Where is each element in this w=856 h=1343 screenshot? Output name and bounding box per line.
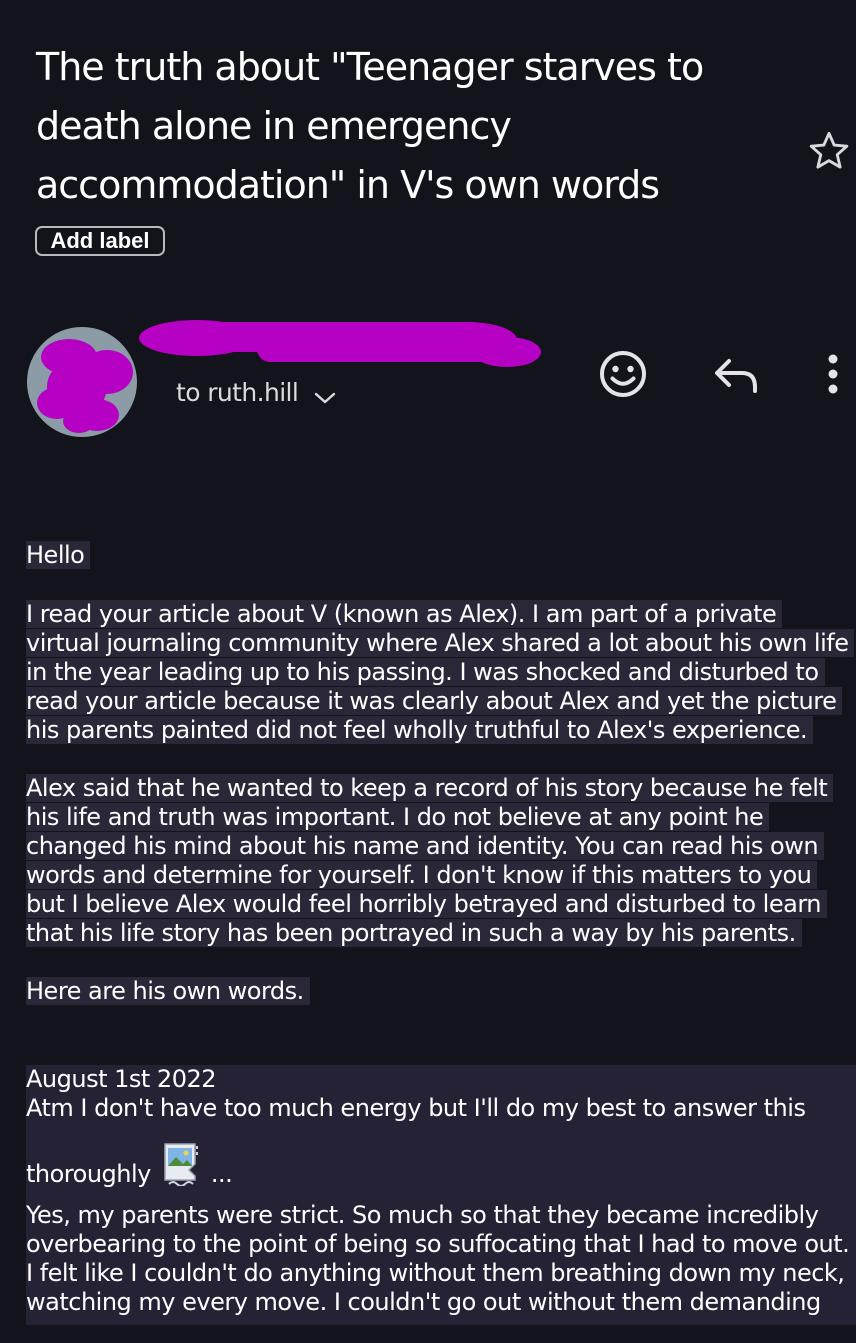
record-paragraph: Alex said that he wanted to keep a recor… [26,774,834,947]
quote-line-with-image: thoroughly ... [26,1142,233,1188]
quote-line: Atm I don't have too much energy but I'l… [26,1094,806,1122]
more-vert-icon[interactable] [818,350,848,398]
reply-icon[interactable] [712,355,760,395]
quote-line-start: thoroughly [26,1160,151,1188]
chevron-down-icon[interactable] [314,391,336,405]
star-outline-icon[interactable] [806,128,852,174]
intro-paragraph: I read your article about V (known as Al… [26,600,855,744]
greeting-text: Hello [26,541,91,569]
add-label-button[interactable]: Add label [35,226,165,256]
broken-image-icon [164,1143,198,1186]
quote-date: August 1st 2022 [26,1065,217,1093]
quote-paragraph: Yes, my parents were strict. So much so … [26,1201,850,1316]
here-paragraph: Here are his own words. [26,977,310,1005]
recipient-text: to ruth.hill [176,378,299,407]
email-subject: The truth about "Teenager starves to dea… [36,45,704,207]
recipient-line[interactable]: to ruth.hill [176,378,336,407]
emoji-icon[interactable] [597,348,649,400]
sender-name-redaction [139,320,541,367]
quote-line-end: ... [210,1160,233,1188]
sender-avatar[interactable] [27,327,137,437]
